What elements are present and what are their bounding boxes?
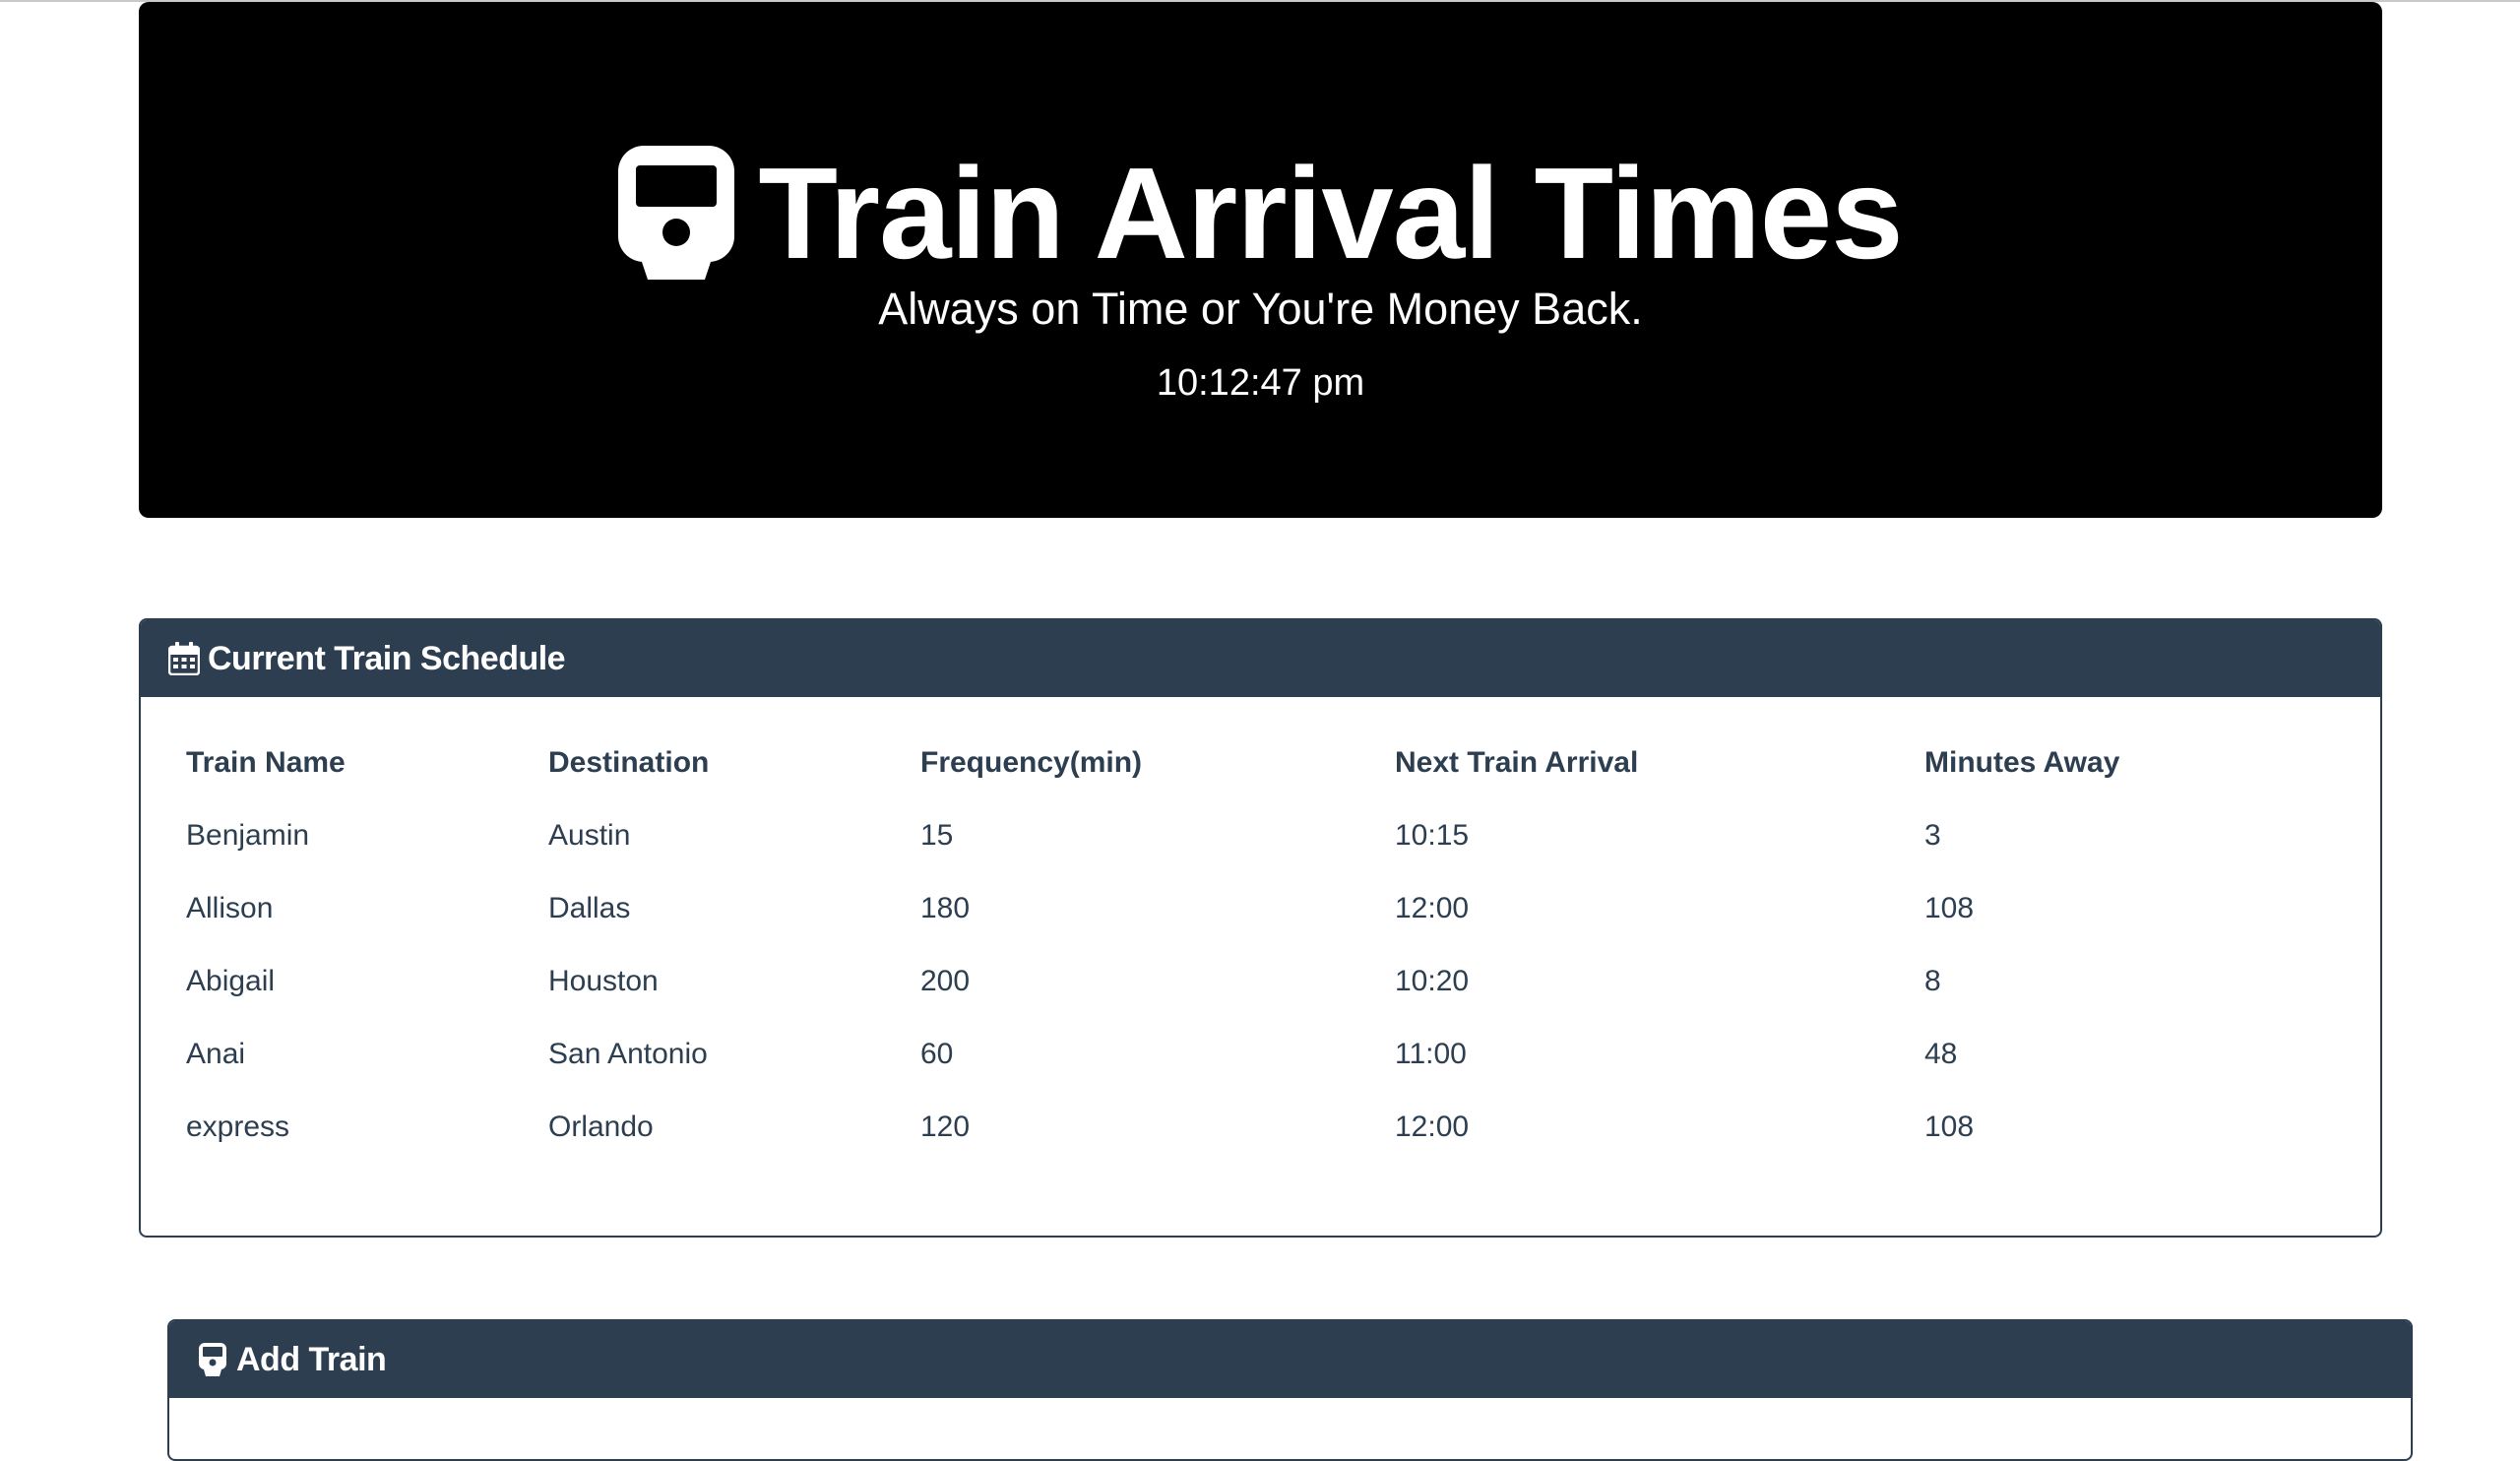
schedule-panel-heading: Current Train Schedule bbox=[141, 620, 2380, 697]
minutes-away-cell: 48 bbox=[1924, 1038, 1958, 1070]
train-icon bbox=[618, 146, 735, 280]
page-title-text: Train Arrival Times bbox=[758, 141, 1903, 286]
minutes-away-cell: 108 bbox=[1924, 1111, 1975, 1143]
next-arrival-cell: 12:00 bbox=[1395, 892, 1470, 924]
destination-cell: Dallas bbox=[548, 892, 631, 924]
add-train-panel-heading: Add Train bbox=[169, 1321, 2411, 1398]
minutes-away-cell: 3 bbox=[1924, 819, 1941, 852]
train-name-cell: Abigail bbox=[186, 965, 276, 997]
train-name-cell: Anai bbox=[186, 1038, 246, 1070]
column-header: Train Name bbox=[186, 746, 346, 779]
train-schedule-panel: Current Train Schedule Train Name Destin… bbox=[139, 618, 2382, 1238]
train-name-cell: express bbox=[186, 1111, 290, 1143]
page-subtitle: Always on Time or You're Money Back. bbox=[878, 284, 1643, 334]
add-train-panel: Add Train bbox=[167, 1319, 2413, 1461]
schedule-heading-label: Current Train Schedule bbox=[208, 639, 566, 677]
minutes-away-cell: 108 bbox=[1924, 892, 1975, 924]
current-time: 10:12:47 pm bbox=[1156, 362, 1365, 404]
table-row: Anai San Antonio 60 11:00 48 bbox=[186, 1018, 2318, 1091]
calendar-icon bbox=[168, 642, 200, 675]
add-train-heading-label: Add Train bbox=[236, 1340, 387, 1378]
frequency-cell: 60 bbox=[920, 1038, 954, 1070]
hero-banner: Train Arrival Times Always on Time or Yo… bbox=[139, 2, 2382, 518]
schedule-table: Train Name Destination Frequency(min) Ne… bbox=[186, 727, 2318, 1164]
train-icon bbox=[199, 1343, 226, 1376]
next-arrival-cell: 12:00 bbox=[1395, 1111, 1470, 1143]
frequency-cell: 180 bbox=[920, 892, 971, 924]
destination-cell: Houston bbox=[548, 965, 659, 997]
page-title: Train Arrival Times bbox=[139, 140, 2382, 287]
destination-cell: Orlando bbox=[548, 1111, 654, 1143]
frequency-cell: 120 bbox=[920, 1111, 971, 1143]
next-arrival-cell: 10:15 bbox=[1395, 819, 1470, 852]
train-name-cell: Allison bbox=[186, 892, 274, 924]
table-header-row: Train Name Destination Frequency(min) Ne… bbox=[186, 727, 2318, 799]
column-header: Destination bbox=[548, 746, 710, 779]
column-header: Next Train Arrival bbox=[1395, 746, 1639, 779]
minutes-away-cell: 8 bbox=[1924, 965, 1941, 997]
table-row: Abigail Houston 200 10:20 8 bbox=[186, 945, 2318, 1018]
column-header: Minutes Away bbox=[1924, 746, 2120, 779]
train-name-cell: Benjamin bbox=[186, 819, 310, 852]
frequency-cell: 200 bbox=[920, 965, 971, 997]
table-row: Allison Dallas 180 12:00 108 bbox=[186, 872, 2318, 945]
table-row: Benjamin Austin 15 10:15 3 bbox=[186, 799, 2318, 872]
column-header: Frequency(min) bbox=[920, 746, 1143, 779]
table-row: express Orlando 120 12:00 108 bbox=[186, 1091, 2318, 1164]
destination-cell: Austin bbox=[548, 819, 631, 852]
next-arrival-cell: 10:20 bbox=[1395, 965, 1470, 997]
frequency-cell: 15 bbox=[920, 819, 954, 852]
destination-cell: San Antonio bbox=[548, 1038, 708, 1070]
next-arrival-cell: 11:00 bbox=[1395, 1038, 1467, 1070]
